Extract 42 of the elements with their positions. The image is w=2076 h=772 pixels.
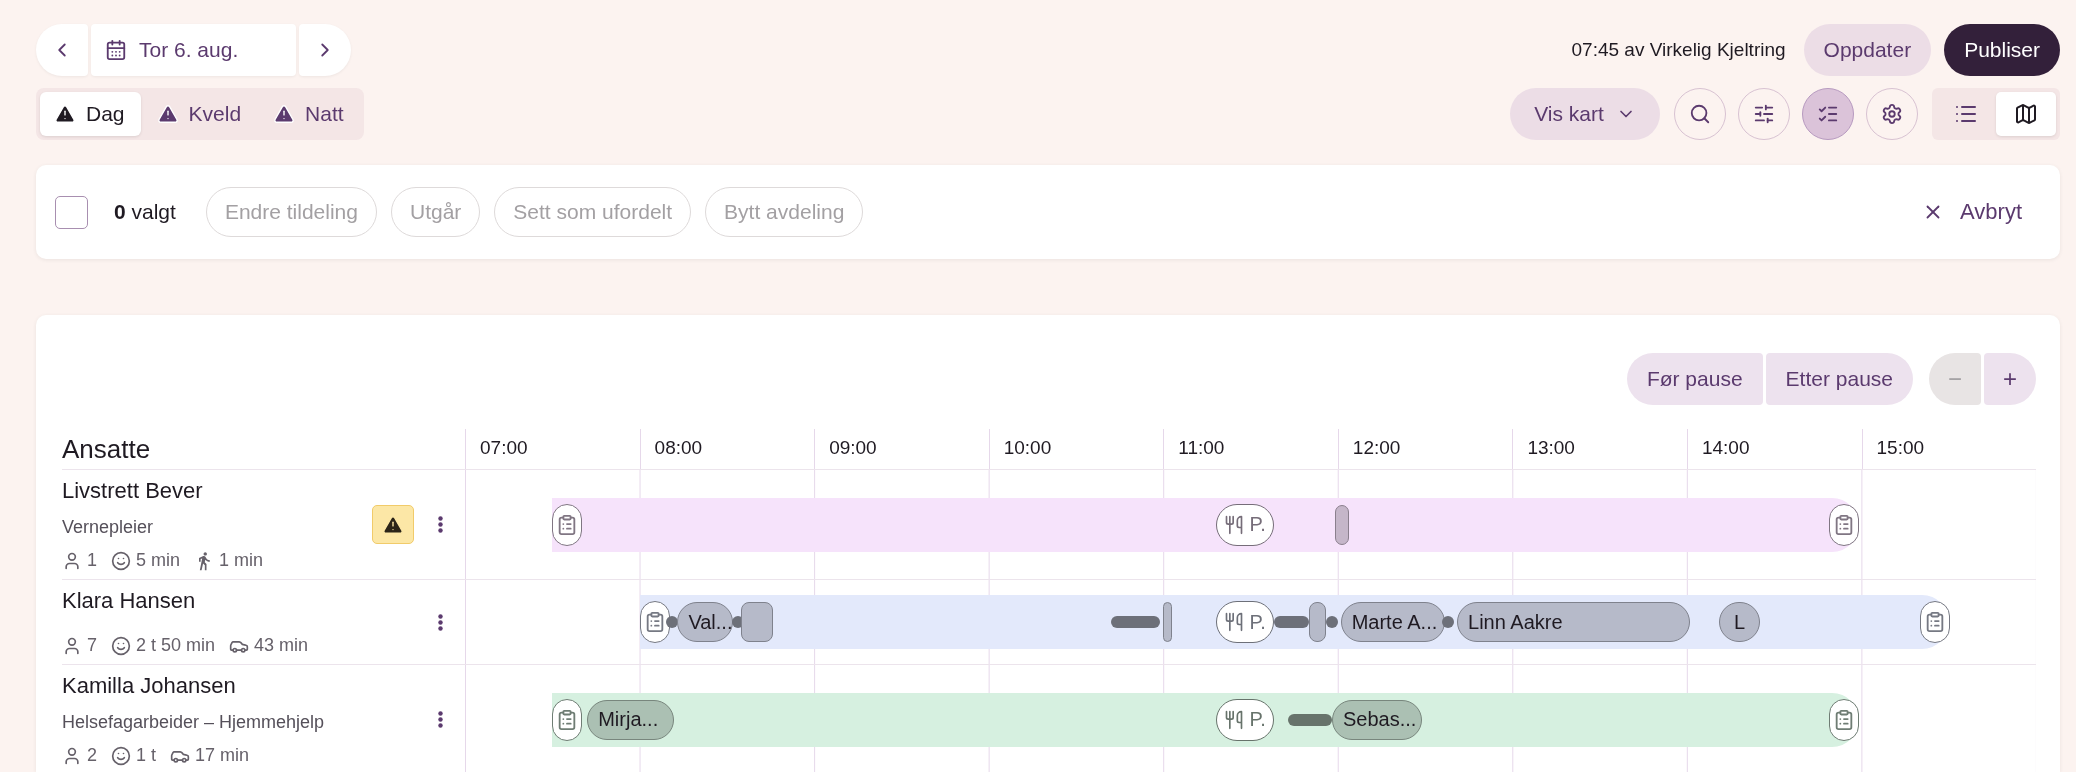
shift-tab[interactable]: Dag <box>40 92 141 136</box>
hour-label: 13:00 <box>1512 429 1687 469</box>
stat-value: 2 t 50 min <box>136 635 216 656</box>
update-button[interactable]: Oppdater <box>1803 24 1932 76</box>
hour-label: 08:00 <box>639 429 815 469</box>
stat-value: 5 min <box>136 550 181 571</box>
pause-button[interactable]: Etter pause <box>1765 353 1913 405</box>
pause-button[interactable]: Før pause <box>1626 353 1763 405</box>
visit-chip[interactable]: Marte A... <box>1340 602 1446 642</box>
last-published-text: 07:45 av Virkelig Kjeltring <box>1571 39 1786 61</box>
employee-name: Livstrett Bever <box>62 478 204 504</box>
hour-label: 15:00 <box>1861 429 2037 469</box>
hour-label: 10:00 <box>988 429 1164 469</box>
hour-label: 11:00 <box>1163 429 1338 469</box>
stat-value: 43 min <box>254 635 309 656</box>
stat-value: 17 min <box>195 745 250 766</box>
stat-value: 1 min <box>219 550 264 571</box>
break-label: P. <box>1249 610 1266 634</box>
cancel-button[interactable]: Avbryt <box>1922 199 2022 225</box>
break-label: P. <box>1249 513 1266 536</box>
hour-label: 09:00 <box>814 429 989 469</box>
shift-tab[interactable]: Natt <box>259 92 360 136</box>
stat-value: 1 <box>87 550 97 571</box>
hour-label: 12:00 <box>1337 429 1513 469</box>
employee-role: Vernepleier <box>62 516 155 538</box>
column-title: Ansatte <box>62 429 465 470</box>
employee-role: Helsefagarbeider – Hjemmehjelp <box>62 711 326 733</box>
break-label: P. <box>1249 708 1266 731</box>
employee-name: Klara Hansen <box>62 588 197 614</box>
map-dropdown[interactable]: Vis kart <box>1510 88 1660 140</box>
shift-tab[interactable]: Kveld <box>142 92 258 136</box>
stat-value: 2 <box>87 745 97 766</box>
hour-label: 14:00 <box>1686 429 1862 469</box>
hour-label: 07:00 <box>465 429 640 469</box>
zoom-in-button[interactable]: + <box>1984 353 2036 405</box>
date-picker[interactable]: Tor 6. aug. <box>91 24 296 76</box>
visit-chip[interactable]: Linn Aakre <box>1457 602 1690 642</box>
publish-button[interactable]: Publiser <box>1944 24 2060 76</box>
employee-name: Kamilla Johansen <box>62 673 237 699</box>
stat-value: 1 t <box>136 745 157 766</box>
stat-value: 7 <box>87 635 97 656</box>
selected-count: 0 valgt <box>114 200 176 224</box>
